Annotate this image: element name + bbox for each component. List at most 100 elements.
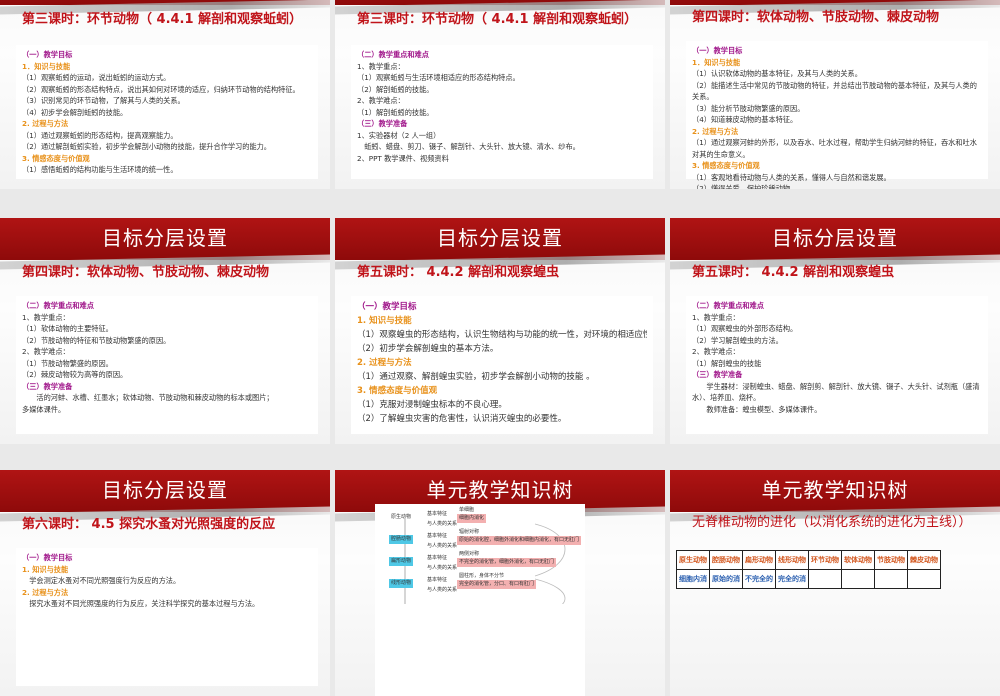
content-line: （三）教学准备 bbox=[357, 119, 408, 128]
content-line: 教师准备：蝗虫模型、多媒体课件。 bbox=[692, 404, 822, 414]
content-line: 蚯蚓、蜡盘、剪刀、镊子、解剖针、大头针、放大镜、清水、纱布。 bbox=[357, 142, 580, 151]
table-row: 细胞内消 原始的消 不完全的 完全的消 bbox=[676, 569, 941, 589]
slide-content-box: （二）教学重点和难点 1、教学重点： （1）观察蝗虫的外部形态结构。 （2）学习解剖蝗… bbox=[686, 296, 988, 434]
slide-subtitle: 第六课时： 4.5 探究水蚤对光照强度的反应 bbox=[22, 517, 276, 532]
table-cell: 细胞内消 bbox=[676, 569, 710, 589]
content-line: 1、实验器材（2 人一组） bbox=[357, 130, 441, 140]
table-header-row: 原生动物 腔肠动物 扁形动物 线形动物 环节动物 软体动物 节肢动物 棘皮动物 bbox=[676, 550, 941, 570]
content-line: 1. 知识与技能 bbox=[357, 316, 412, 326]
content-line: 2、教学难点： bbox=[357, 96, 405, 105]
table-header-cell: 线形动物 bbox=[775, 550, 809, 570]
table-cell bbox=[907, 569, 941, 589]
slide-header bbox=[0, 0, 330, 5]
slide-thumbnail[interactable]: 目标分层设置第四课时：软体动物、节肢动物、棘皮动物 （二）教学重点和难点 1、教学重… bbox=[0, 218, 330, 444]
content-line: 水）、培养皿、烧杯。 bbox=[692, 393, 761, 402]
mind-map-feature: 基本特征 bbox=[427, 555, 448, 561]
content-line: （3）识别常见的环节动物，了解其与人类的关系。 bbox=[22, 96, 185, 105]
slide-thumbnail[interactable]: 第三课时：环节动物（ 4.4.1 解剖和观察蚯蚓） （二）教学重点和难点 1、教学重… bbox=[335, 0, 665, 189]
slide-thumbnail[interactable]: 单元教学知识树 无脊椎动物的进化（以消化系统的进化为主线）） 原生动物 腔肠动物 扁形动… bbox=[670, 470, 1000, 696]
content-line: （二）教学重点和难点 bbox=[692, 301, 764, 310]
slide-header: 目标分层设置 bbox=[335, 218, 665, 260]
slide-content-box: （一）教学目标 1. 知识与技能 （1）观察蝗虫的形态结构，认识生物结构与功能的统一… bbox=[351, 296, 653, 434]
content-line: 活的河蚌、水槽、红墨水；软体动物、节肢动物和棘皮动物的标本或图片； bbox=[22, 393, 274, 402]
content-line: （二）教学重点和难点 bbox=[357, 50, 429, 59]
mind-map-feature: 基本特征 bbox=[427, 533, 448, 539]
slide-header: 单元教学知识树 bbox=[670, 470, 1000, 512]
content-line: （1）观察蝗虫的外部形态结构。 bbox=[692, 324, 798, 333]
content-line: （1）软体动物的主要特征。 bbox=[22, 324, 113, 333]
content-line: 2. 过程与方法 bbox=[22, 119, 69, 128]
mind-map-relation: 与人类的关系 bbox=[427, 521, 458, 527]
mind-map-note: 细胞内消化 bbox=[457, 514, 487, 523]
table-cell bbox=[808, 569, 842, 589]
content-line: （1）节肢动物繁盛的原因。 bbox=[22, 358, 113, 368]
slide-subtitle: 第三课时：环节动物（ 4.4.1 解剖和观察蚯蚓） bbox=[357, 12, 638, 27]
content-line: 3. 情感态度与价值观 bbox=[692, 161, 760, 170]
content-line: （三）教学准备 bbox=[692, 370, 743, 379]
slide-thumbnail[interactable]: 第四课时：软体动物、节肢动物、棘皮动物 （一）教学目标 1．知识与技能 （1）认识软体… bbox=[670, 0, 1000, 189]
slide-content-box: （一）教学目标 1．知识与技能 （1）观察蚯蚓的运动，说出蚯蚓的运动方式。 （2）观察… bbox=[16, 45, 318, 179]
content-line: （一）教学目标 bbox=[22, 553, 73, 562]
content-line: 对其的生命意义。 bbox=[692, 149, 750, 159]
content-line: 1、教学重点： bbox=[357, 61, 405, 71]
content-line: （一）教学目标 bbox=[357, 302, 417, 312]
slide-header: 目标分层设置 bbox=[0, 218, 330, 260]
slide-thumbnail[interactable]: 目标分层设置第六课时： 4.5 探究水蚤对光照强度的反应 （一）教学目标 1. 知识… bbox=[0, 470, 330, 696]
slide-thumbnail[interactable]: 目标分层设置第五课时： 4.4.2 解剖和观察蝗虫 （一）教学目标 1. 知识与技能… bbox=[335, 218, 665, 444]
content-line: （一）教学目标 bbox=[692, 46, 743, 55]
mind-map-category: 扁形动物 bbox=[389, 557, 414, 566]
slide-thumbnail[interactable]: 目标分层设置 第五课时： 4.4.2 解剖和观察蝗虫 （二）教学重点和难点 1、教学重… bbox=[670, 218, 1000, 444]
table-header-cell: 腔肠动物 bbox=[709, 550, 743, 570]
mind-map-category: 腔肠动物 bbox=[389, 535, 414, 544]
slide-header bbox=[335, 0, 665, 5]
table-header-cell: 环节动物 bbox=[808, 550, 842, 570]
slide-subtitle: 第四课时：软体动物、节肢动物、棘皮动物 bbox=[22, 265, 270, 280]
content-line: 1．知识与技能 bbox=[22, 61, 71, 71]
content-line: 多媒体课件。 bbox=[22, 404, 66, 414]
mind-map: 原生动物 基本特征 与人类的关系 单细胞 细胞内消化 腔肠动物 基本特征 与人类的关系 辐射对称… bbox=[375, 504, 585, 696]
mind-map-feature: 基本特征 bbox=[427, 511, 448, 517]
table-cell: 完全的消 bbox=[775, 569, 809, 589]
content-line: （4）知道棘皮动物的基本特征。 bbox=[692, 115, 798, 124]
content-line: 3. 情感态度与价值观 bbox=[22, 153, 90, 163]
slide-content-box: （二）教学重点和难点 1、教学重点： （1）观察蚯蚓与生活环境相适应的形态结构特点。… bbox=[351, 45, 653, 179]
content-line: （4）初步学会解剖蚯蚓的技能。 bbox=[22, 107, 128, 117]
slide-content-box: （一）教学目标 1. 知识与技能 学会测定水蚤对不同光照强度行为反应的方法。 2. … bbox=[16, 548, 318, 686]
mind-map-relation: 与人类的关系 bbox=[427, 587, 458, 593]
slide-header bbox=[670, 0, 1000, 5]
content-line: （1）通过观察、解剖蝗虫实验，初步学会解剖小动物的技能 。 bbox=[357, 372, 595, 382]
slide-thumbnail[interactable]: 第三课时：环节动物（ 4.4.1 解剖和观察蚯蚓） （一）教学目标 1．知识与技能 （… bbox=[0, 0, 330, 189]
mind-map-note: 不完全的消化管，细胞外消化，有口无肛门 bbox=[457, 558, 557, 567]
content-line: （一）教学目标 bbox=[22, 50, 73, 59]
table-cell: 不完全的 bbox=[742, 569, 776, 589]
content-line: 2、PPT 教学课件、视频资料 bbox=[357, 153, 449, 163]
slide-subtitle: 第五课时： 4.4.2 解剖和观察蝗虫 bbox=[357, 265, 560, 280]
slide-thumbnail[interactable]: 单元教学知识树 原生动物 基本特征 与人类的关系 单细胞 细胞内消化 腔肠动物 基本特征 与人类… bbox=[335, 470, 665, 696]
table-header-cell: 棘皮动物 bbox=[907, 550, 941, 570]
content-line: （1）观察蚯蚓与生活环境相适应的形态结构特点。 bbox=[357, 73, 520, 82]
table-cell bbox=[841, 569, 875, 589]
table-cell bbox=[874, 569, 908, 589]
content-line: （2）初步学会解剖蝗虫的基本方法。 bbox=[357, 344, 499, 354]
slide-subtitle: 第四课时：软体动物、节肢动物、棘皮动物 bbox=[692, 10, 940, 25]
slide-header: 目标分层设置 bbox=[0, 470, 330, 512]
content-line: （1）客观地看待动物与人类的关系，懂得人与自然和谐发展。 bbox=[692, 172, 891, 182]
content-line: （二）教学重点和难点 bbox=[22, 301, 94, 310]
mind-map-feature: 基本特征 bbox=[427, 577, 448, 583]
table-header-cell: 节肢动物 bbox=[874, 550, 908, 570]
content-line: 2. 过程与方法 bbox=[357, 358, 412, 368]
content-line: （2）观察蚯蚓的形态结构特点，说出其如何对环境的适应，归纳环节动物的结构特征。 bbox=[22, 84, 300, 94]
content-line: 3. 情感态度与价值观 bbox=[357, 386, 438, 396]
content-line: （2）学习解剖蝗虫的方法。 bbox=[692, 335, 783, 345]
content-line: （三）教学准备 bbox=[22, 381, 73, 391]
content-line: （2）能描述生活中常见的节肢动物的特征，并总结出节肢动物的基本特征，及其与人类的 bbox=[692, 80, 977, 90]
mind-map-note: 完全的消化管，分口、有口有肛门 bbox=[457, 580, 537, 589]
content-line: 1、教学重点： bbox=[22, 312, 70, 322]
content-line: 关系。 bbox=[692, 92, 714, 101]
content-line: （1）通过观察蚯蚓的形态结构，提高观察能力。 bbox=[22, 130, 178, 140]
slide-subtitle: 第三课时：环节动物（ 4.4.1 解剖和观察蚯蚓） bbox=[22, 12, 303, 27]
content-line: 1、教学重点： bbox=[692, 312, 740, 322]
content-line: （2）了解蝗虫灾害的危害性，认识消灭蝗虫的必要性。 bbox=[357, 414, 567, 424]
content-line: （1）认识软体动物的基本特征，及其与人类的关系。 bbox=[692, 69, 862, 78]
table-header-cell: 扁形动物 bbox=[742, 550, 776, 570]
